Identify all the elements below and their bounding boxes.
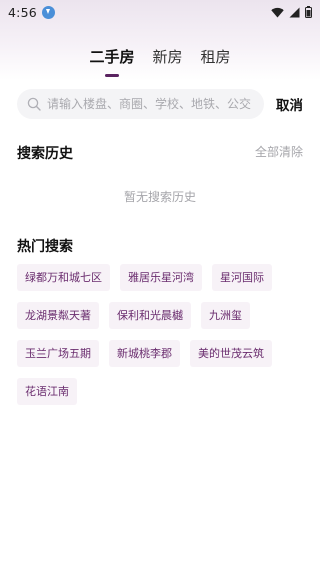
hot-search-title: 热门搜索: [17, 239, 73, 255]
hot-tag[interactable]: 龙湖景粼天著: [17, 302, 99, 329]
tab-rental[interactable]: 租房: [201, 46, 231, 67]
wifi-icon: [271, 7, 284, 18]
status-bar: 4:56: [0, 0, 320, 24]
search-history-title: 搜索历史: [17, 146, 73, 162]
hot-tag[interactable]: 绿都万和城七区: [17, 264, 110, 291]
empty-history-text: 暂无搜索历史: [123, 190, 196, 204]
download-icon: [41, 5, 55, 19]
battery-icon: [305, 6, 312, 18]
hot-tag[interactable]: 美的世茂云筑: [190, 340, 272, 367]
hot-tag-row: 绿都万和城七区 雅居乐星河湾 星河国际: [17, 264, 307, 291]
search-input[interactable]: [47, 97, 255, 111]
clear-all-button[interactable]: 全部清除: [255, 143, 303, 160]
hot-tag-row: 龙湖景粼天著 保利和光晨樾 九洲玺: [17, 302, 307, 329]
hot-tag[interactable]: 玉兰广场五期: [17, 340, 99, 367]
hot-tag[interactable]: 雅居乐星河湾: [120, 264, 202, 291]
hot-tag-row: 玉兰广场五期 新城桃李郡 美的世茂云筑: [17, 340, 307, 367]
hot-tag-row: 花语江南: [17, 378, 307, 405]
hot-search-tags: 绿都万和城七区 雅居乐星河湾 星河国际 龙湖景粼天著 保利和光晨樾 九洲玺 玉兰…: [17, 264, 307, 416]
tab-new-house[interactable]: 新房: [152, 46, 182, 67]
tab-second-hand[interactable]: 二手房: [89, 46, 134, 77]
hot-tag[interactable]: 九洲玺: [201, 302, 250, 329]
search-box[interactable]: [17, 89, 264, 119]
hot-tag[interactable]: 星河国际: [212, 264, 272, 291]
status-time: 4:56: [8, 4, 37, 20]
cancel-button[interactable]: 取消: [276, 94, 303, 114]
status-icons: [271, 6, 312, 18]
house-type-tabs: 二手房 新房 租房: [0, 46, 320, 77]
search-row: 取消: [17, 89, 307, 119]
hot-tag[interactable]: 新城桃李郡: [109, 340, 180, 367]
hot-tag[interactable]: 保利和光晨樾: [109, 302, 191, 329]
hot-tag[interactable]: 花语江南: [17, 378, 77, 405]
signal-icon: [289, 7, 300, 18]
search-icon: [27, 97, 41, 111]
